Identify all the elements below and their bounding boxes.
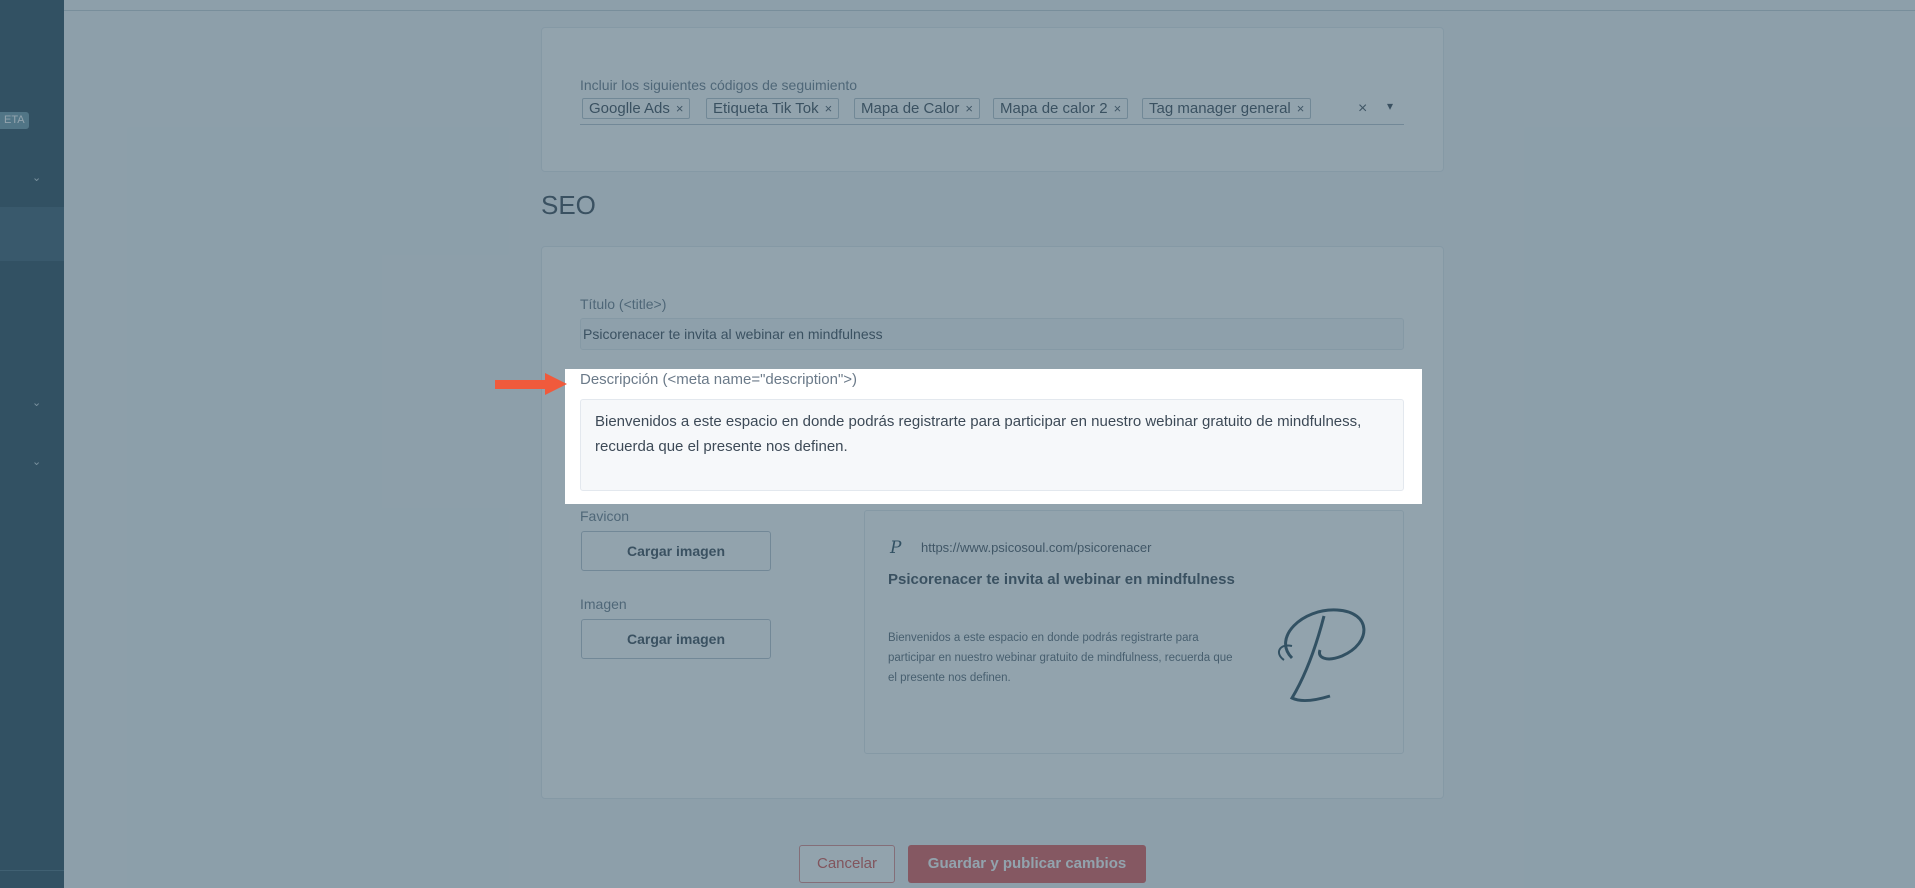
preview-title: Psicorenacer te invita al webinar en min… — [888, 571, 1235, 588]
section-title: SEO — [541, 190, 596, 220]
favicon-icon: P — [890, 538, 902, 558]
tag-chip[interactable]: Googlle Ads × — [582, 98, 691, 119]
brand-logo-icon — [1277, 608, 1366, 703]
tag-label: Mapa de Calor — [861, 100, 960, 117]
tag-chip[interactable]: Mapa de Calor × — [854, 98, 980, 119]
favicon-upload-button[interactable]: Cargar imagen — [581, 531, 771, 571]
pointer-arrow-icon — [495, 373, 567, 395]
remove-tag-icon[interactable]: × — [1114, 101, 1122, 116]
title-label: Título (<title>) — [580, 296, 667, 312]
remove-tag-icon[interactable]: × — [965, 101, 973, 116]
image-upload-button[interactable]: Cargar imagen — [581, 619, 771, 659]
title-input[interactable]: Psicorenacer te invita al webinar en min… — [580, 318, 1404, 350]
remove-tag-icon[interactable]: × — [676, 101, 684, 116]
tag-label: Etiqueta Tik Tok — [713, 100, 819, 117]
tag-chip[interactable]: Tag manager general × — [1142, 98, 1312, 119]
preview-url: https://www.psicosoul.com/psicorenacer — [921, 540, 1152, 555]
tracking-tags-select[interactable]: Googlle Ads × Etiqueta Tik Tok × Mapa de C… — [580, 97, 1404, 125]
save-publish-button[interactable]: Guardar y publicar cambios — [908, 845, 1146, 883]
tag-label: Googlle Ads — [589, 100, 670, 117]
tag-chip[interactable]: Mapa de calor 2 × — [993, 98, 1129, 119]
clear-icon[interactable]: × — [1358, 100, 1367, 118]
image-label: Imagen — [580, 596, 627, 612]
header-divider — [64, 10, 1915, 11]
description-highlight: Descripción (<meta name="description">) … — [565, 369, 1422, 504]
sidebar-item-active[interactable] — [0, 207, 64, 261]
dropdown-caret-icon[interactable]: ▾ — [1387, 99, 1393, 113]
remove-tag-icon[interactable]: × — [825, 101, 833, 116]
divider — [0, 870, 64, 871]
tracking-label: Incluir los siguientes códigos de seguim… — [580, 77, 858, 93]
chevron-down-icon[interactable]: ⌄ — [32, 397, 44, 409]
tag-label: Tag manager general — [1149, 100, 1291, 117]
sidebar: ETA ⌄ ⌄ ⌄ — [0, 0, 64, 888]
description-textarea[interactable]: Bienvenidos a este espacio en donde podr… — [580, 399, 1404, 491]
chevron-down-icon[interactable]: ⌄ — [32, 456, 44, 468]
favicon-label: Favicon — [580, 508, 630, 524]
preview-description: Bienvenidos a este espacio en donde podr… — [888, 632, 1233, 684]
description-label: Descripción (<meta name="description">) — [580, 371, 858, 388]
remove-tag-icon[interactable]: × — [1297, 101, 1305, 116]
tag-label: Mapa de calor 2 — [1000, 100, 1108, 117]
cancel-button[interactable]: Cancelar — [799, 845, 895, 883]
tag-chip[interactable]: Etiqueta Tik Tok × — [706, 98, 840, 119]
chevron-down-icon[interactable]: ⌄ — [32, 172, 44, 184]
sidebar-badge: ETA — [0, 112, 29, 129]
